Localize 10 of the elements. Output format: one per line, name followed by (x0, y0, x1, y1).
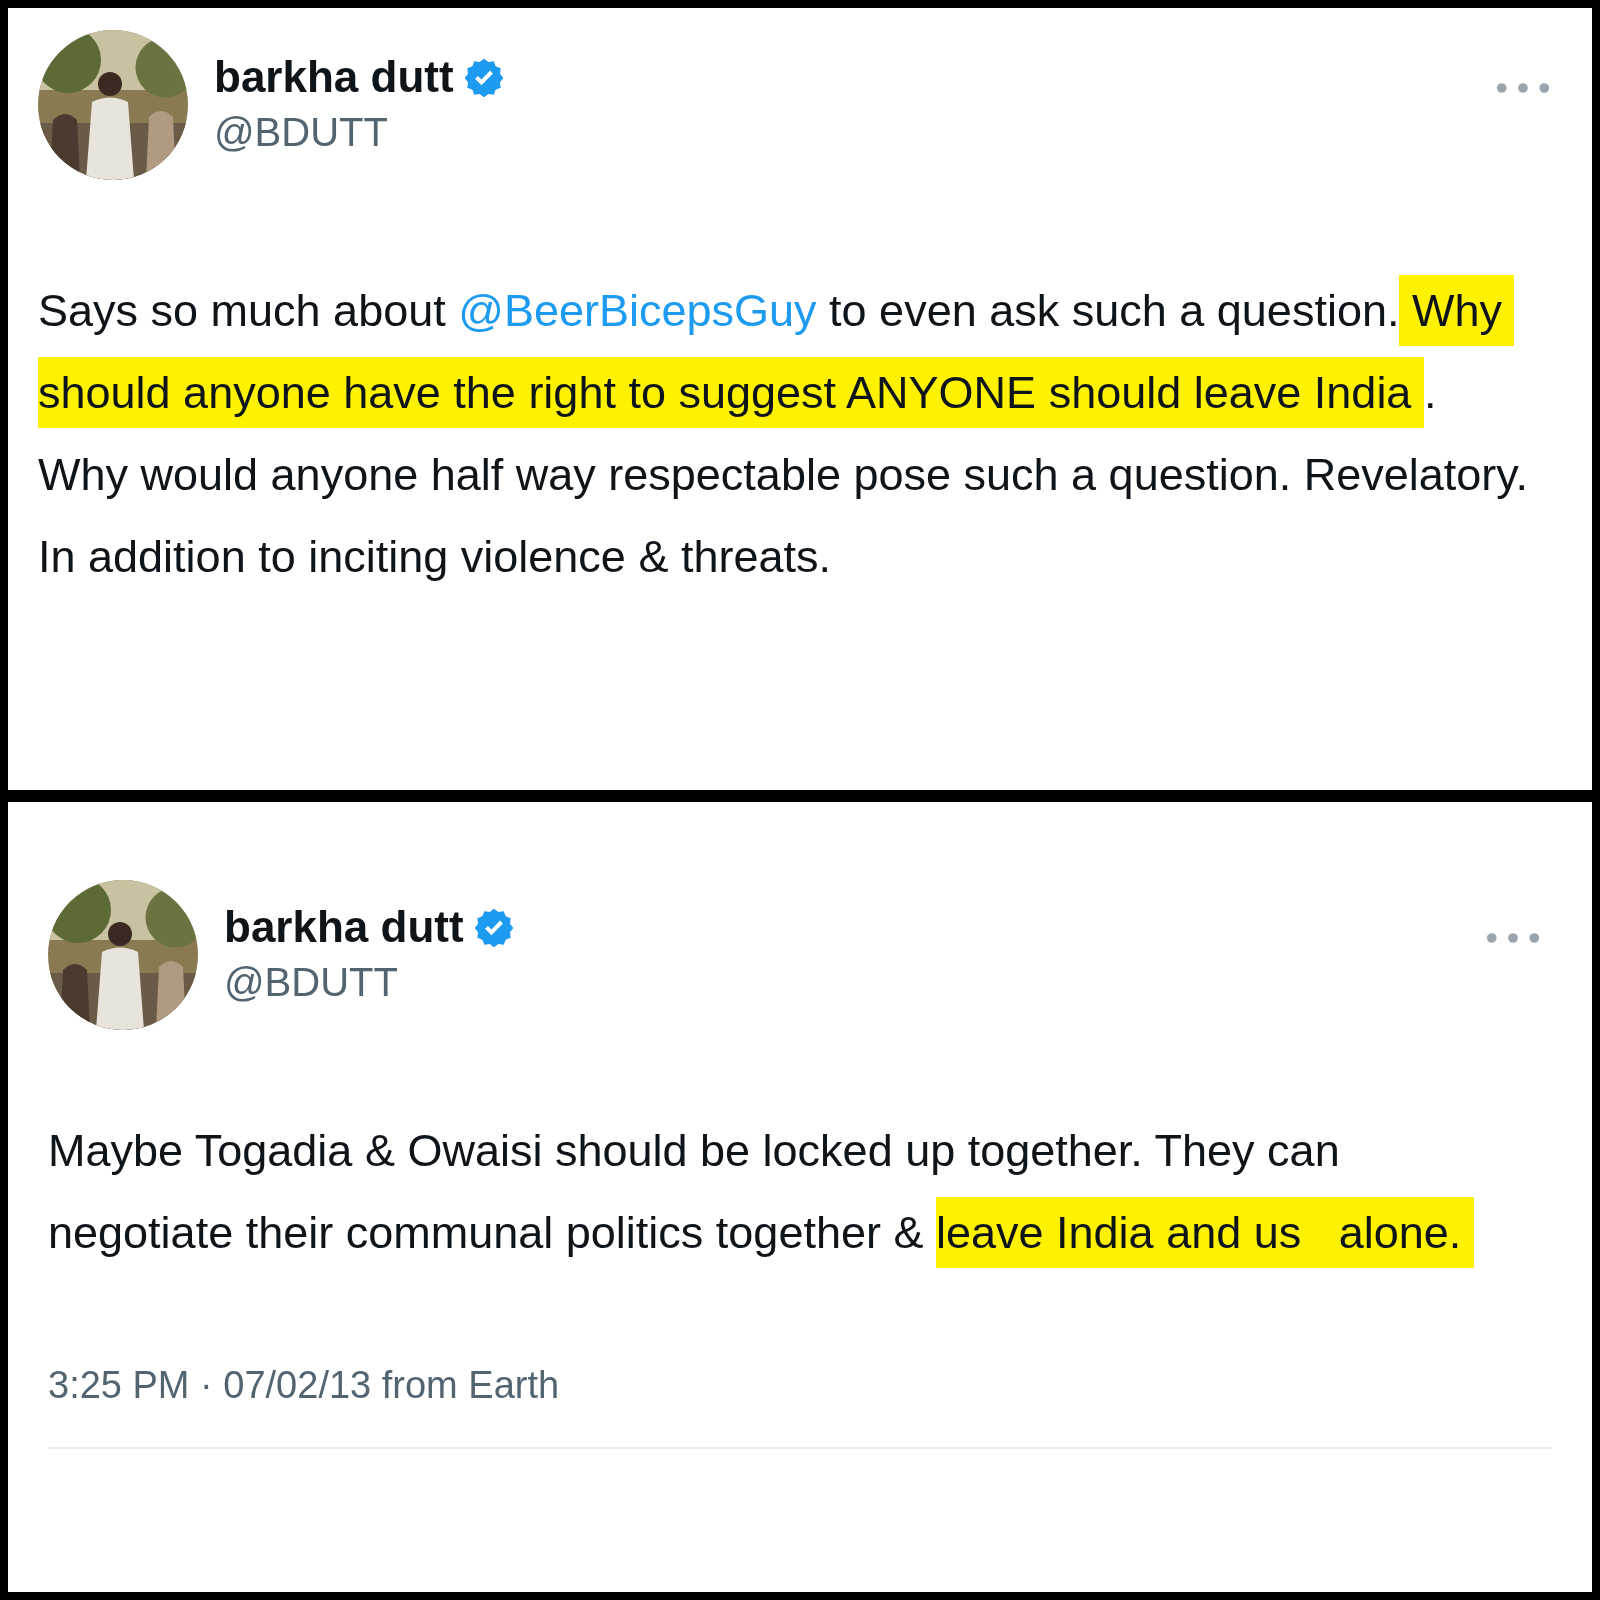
tweet-timestamp: 3:25 PM · 07/02/13 from Earth (48, 1364, 561, 1407)
mention-link[interactable]: @BeerBicepsGuy (458, 285, 817, 336)
author-handle: @BDUTT (224, 960, 399, 1005)
tweet-text: Maybe Togadia & Owaisi should be locked up together. They can negotiate their communal politics together & leave India and us alone. (48, 1110, 1498, 1274)
author-name: barkha dutt (224, 902, 464, 952)
tweet-text: Says so much about @BeerBicepsGuy to even ask such a question. Why should anyone have the right to suggest ANYONE should leave India . Why would anyone half way respectable pose such a question. Revelatory. In addition to inciting violence & threats. (38, 270, 1538, 598)
author-handle: @BDUTT (214, 110, 389, 155)
more-icon[interactable] (1484, 930, 1542, 946)
author-name: barkha dutt (214, 52, 454, 102)
more-icon[interactable] (1494, 80, 1552, 96)
